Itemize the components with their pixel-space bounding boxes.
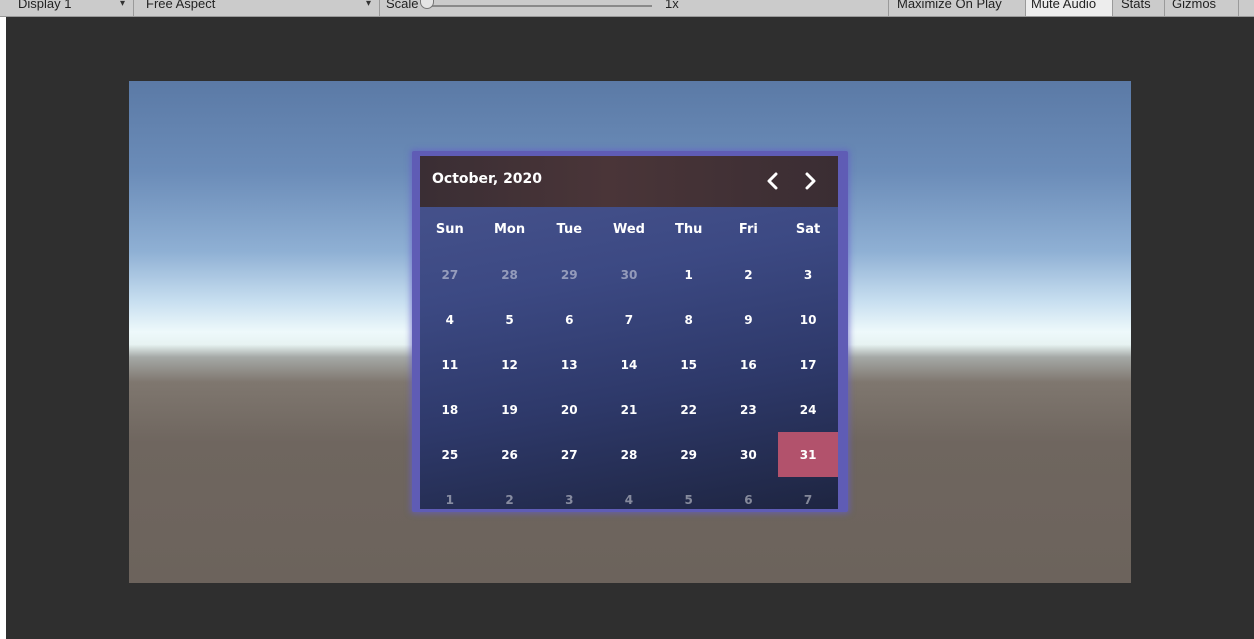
day-cell[interactable]: 9 xyxy=(719,297,779,342)
day-cell[interactable]: 4 xyxy=(420,297,480,342)
day-cell[interactable]: 2 xyxy=(719,252,779,297)
toolbar-divider xyxy=(133,0,134,16)
day-cell[interactable]: 27 xyxy=(420,252,480,297)
day-cell[interactable]: 7 xyxy=(599,297,659,342)
day-cell[interactable]: 3 xyxy=(778,252,838,297)
day-cell[interactable]: 28 xyxy=(480,252,540,297)
day-cell[interactable]: 8 xyxy=(659,297,719,342)
day-cell[interactable]: 30 xyxy=(599,252,659,297)
day-cell[interactable]: 21 xyxy=(599,387,659,432)
day-cell[interactable]: 29 xyxy=(539,252,599,297)
day-cell[interactable]: 4 xyxy=(599,477,659,509)
day-cell[interactable]: 20 xyxy=(539,387,599,432)
weekday-label: Thu xyxy=(674,222,703,237)
previous-month-button[interactable] xyxy=(759,166,787,196)
day-cell[interactable]: 10 xyxy=(778,297,838,342)
week-row: 1234567 xyxy=(420,477,838,509)
day-cell[interactable]: 23 xyxy=(719,387,779,432)
day-cell[interactable]: 30 xyxy=(719,432,779,477)
week-row: 18 19 20 21 22 23 24 xyxy=(420,387,838,432)
day-cell[interactable]: 17 xyxy=(778,342,838,387)
display-dropdown-arrow-icon[interactable]: ▾ xyxy=(120,0,125,15)
day-cell[interactable]: 2 xyxy=(480,477,540,509)
scale-slider-track[interactable] xyxy=(430,5,652,7)
weekday-label: Fri xyxy=(738,222,758,237)
weekday-label: Sat xyxy=(795,222,821,237)
calendar-widget: October, 2020 Sun Mon Tue Wed Thu Fri Sat 27 28… xyxy=(412,151,848,512)
game-view-toolbar: Display 1 ▾ Free Aspect ▾ Scale 1x Maxim… xyxy=(0,0,1254,17)
day-cell[interactable]: 15 xyxy=(659,342,719,387)
toolbar-divider xyxy=(1238,0,1239,16)
next-month-button[interactable] xyxy=(796,166,824,196)
mute-audio-toggle[interactable]: Mute Audio xyxy=(1031,0,1096,15)
day-cell[interactable]: 28 xyxy=(599,432,659,477)
day-cell[interactable]: 25 xyxy=(420,432,480,477)
day-cell[interactable]: 14 xyxy=(599,342,659,387)
day-cell[interactable]: 24 xyxy=(778,387,838,432)
week-row: 27 28 29 30 1 2 3 xyxy=(420,252,838,297)
display-dropdown[interactable]: Display 1 xyxy=(18,0,71,15)
day-cell[interactable]: 19 xyxy=(480,387,540,432)
calendar-header: October, 2020 xyxy=(420,156,838,207)
day-cell[interactable]: 22 xyxy=(659,387,719,432)
weekday-label: Sun xyxy=(435,222,464,237)
chevron-right-icon xyxy=(805,172,816,190)
toolbar-divider xyxy=(1164,0,1165,16)
day-cell[interactable]: 7 xyxy=(778,477,838,509)
weekday-label: Wed xyxy=(612,222,645,237)
day-cell[interactable]: 26 xyxy=(480,432,540,477)
day-cell[interactable]: 5 xyxy=(480,297,540,342)
toolbar-divider xyxy=(888,0,889,16)
weekday-header-row: Sun Mon Tue Wed Thu Fri Sat xyxy=(420,207,838,252)
day-cell[interactable]: 11 xyxy=(420,342,480,387)
week-row: 4 5 6 7 8 9 10 xyxy=(420,297,838,342)
day-cell[interactable]: 6 xyxy=(539,297,599,342)
stats-toggle[interactable]: Stats xyxy=(1121,0,1151,15)
day-cell[interactable]: 27 xyxy=(539,432,599,477)
week-row: 25 26 27 28 29 30 31 xyxy=(420,432,838,477)
day-cell[interactable]: 12 xyxy=(480,342,540,387)
weekday-label: Mon xyxy=(493,222,526,237)
scale-label: Scale xyxy=(386,0,419,11)
toolbar-divider xyxy=(1112,0,1113,16)
scale-value: 1x xyxy=(665,0,679,11)
day-cell-selected[interactable]: 31 xyxy=(778,432,838,477)
day-cell[interactable]: 16 xyxy=(719,342,779,387)
day-cell[interactable]: 5 xyxy=(659,477,719,509)
day-cell[interactable]: 1 xyxy=(659,252,719,297)
calendar-body: October, 2020 Sun Mon Tue Wed Thu Fri Sat 27 28… xyxy=(420,156,838,509)
gizmos-dropdown[interactable]: Gizmos xyxy=(1172,0,1216,15)
day-cell[interactable]: 18 xyxy=(420,387,480,432)
day-cell[interactable]: 29 xyxy=(659,432,719,477)
scale-slider-handle[interactable] xyxy=(420,0,434,9)
aspect-dropdown[interactable]: Free Aspect xyxy=(146,0,215,15)
weekday-label: Tue xyxy=(556,222,583,237)
day-cell[interactable]: 3 xyxy=(539,477,599,509)
day-cell[interactable]: 13 xyxy=(539,342,599,387)
day-cell[interactable]: 6 xyxy=(719,477,779,509)
day-cell[interactable]: 1 xyxy=(420,477,480,509)
week-row: 11 12 13 14 15 16 17 xyxy=(420,342,838,387)
aspect-dropdown-arrow-icon[interactable]: ▾ xyxy=(366,0,371,15)
chevron-left-icon xyxy=(767,172,778,190)
maximize-on-play-toggle[interactable]: Maximize On Play xyxy=(897,0,1002,15)
toolbar-divider xyxy=(379,0,380,16)
month-year-title: October, 2020 xyxy=(432,171,543,187)
